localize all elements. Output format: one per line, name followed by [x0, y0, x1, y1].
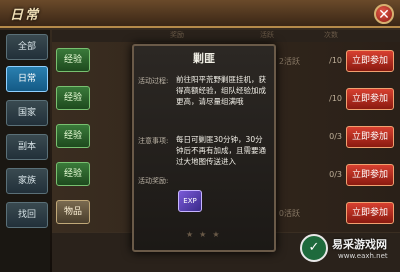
close-icon[interactable]: ✕: [374, 4, 394, 24]
daily-activity-window: 日常 ✕ 全部 日常 国家 副本 家族 找回 经验 2活跃 /10 立即参加 经…: [0, 0, 400, 272]
join-button[interactable]: 立即参加: [346, 126, 394, 148]
watermark-url: www.eaxh.net: [338, 252, 388, 260]
tab-all[interactable]: 全部: [6, 34, 48, 60]
category-tabs: 全部 日常 国家 副本 家族 找回: [0, 30, 50, 272]
watermark-logo-icon: ✓: [300, 234, 328, 262]
count-text: 0/3: [329, 132, 342, 141]
activity-label: 活动过程:: [138, 77, 169, 85]
join-button[interactable]: 立即参加: [346, 202, 394, 224]
watermark-name: 易采游戏网: [332, 238, 387, 251]
tab-nation[interactable]: 国家: [6, 100, 48, 126]
vitality-text: 0活跃: [278, 209, 300, 218]
exp-scroll-icon[interactable]: EXP: [178, 190, 202, 212]
reward-badge: 经验: [56, 48, 90, 72]
join-button[interactable]: 立即参加: [346, 164, 394, 186]
count-text: /10: [329, 56, 342, 65]
notice-label: 注意事项:: [138, 137, 169, 145]
join-button[interactable]: 立即参加: [346, 50, 394, 72]
reward-badge: 经验: [56, 86, 90, 110]
reward-label: 活动奖励:: [138, 177, 169, 185]
tab-recover[interactable]: 找回: [6, 202, 48, 228]
column-header: 奖励: [170, 31, 184, 39]
tab-dungeon[interactable]: 副本: [6, 134, 48, 160]
decorative-stars: ★★★: [186, 230, 226, 239]
vitality-text: 2活跃: [278, 57, 300, 66]
tab-daily[interactable]: 日常: [6, 66, 48, 92]
column-headers: 奖励 活跃 次数: [52, 30, 400, 42]
popup-title: 剿匪: [193, 52, 215, 65]
activity-description: 前往阳平荒野剿匪挂机，获得高额经验，组队经验加成更高，请尽量组满哦: [176, 75, 266, 106]
tab-family[interactable]: 家族: [6, 168, 48, 194]
reward-badge: 经验: [56, 124, 90, 148]
title-bar: 日常 ✕: [0, 0, 400, 28]
window-title: 日常: [10, 8, 41, 23]
reward-badge: 物品: [56, 200, 90, 224]
column-header: 次数: [324, 31, 338, 39]
activity-detail-popup: 剿匪 活动过程: 前往阳平荒野剿匪挂机，获得高额经验，组队经验加成更高，请尽量组…: [132, 44, 276, 252]
join-button[interactable]: 立即参加: [346, 88, 394, 110]
reward-badge: 经验: [56, 162, 90, 186]
notice-description: 每日可剿匪30分钟，30分钟后不再有加成，且需要通过大地图传送进入: [176, 135, 266, 166]
count-text: /10: [329, 94, 342, 103]
count-text: 0/3: [329, 170, 342, 179]
column-header: 活跃: [260, 31, 274, 39]
